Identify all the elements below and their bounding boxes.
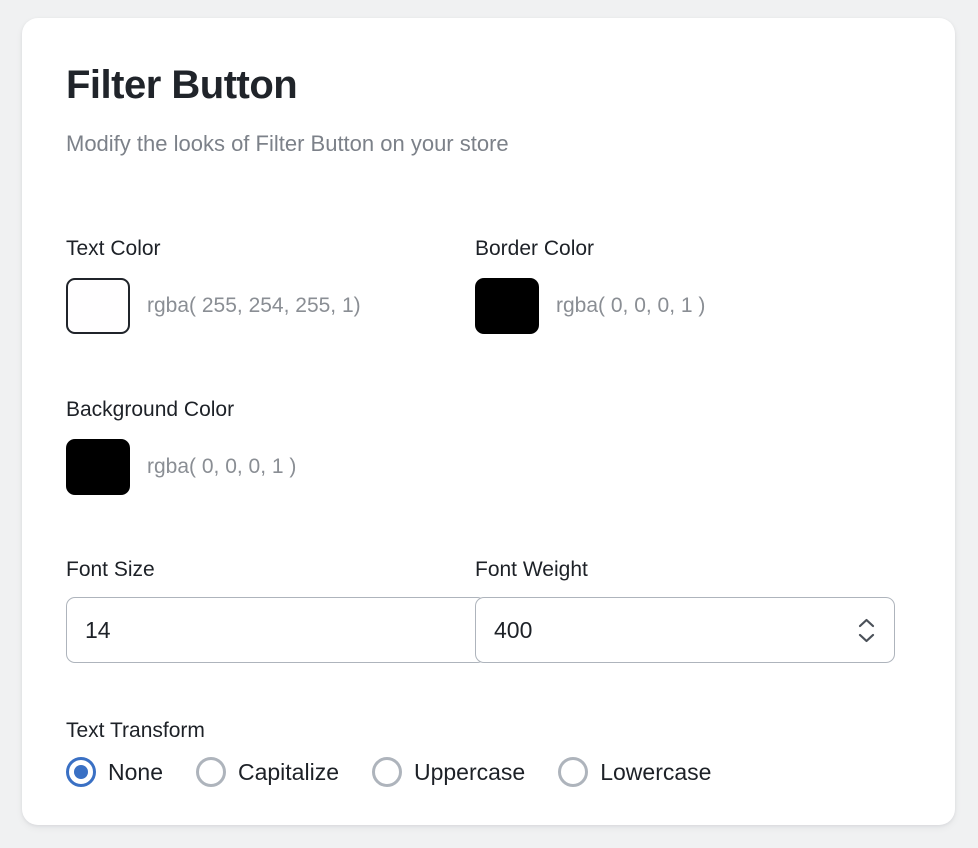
background-color-swatch[interactable] [66,439,130,495]
text-transform-radio-group: None Capitalize Uppercase Lowercase [66,757,911,787]
page-title: Filter Button [66,62,911,108]
radio-option-none[interactable]: None [66,757,163,787]
background-color-value: rgba( 0, 0, 0, 1 ) [147,454,296,479]
radio-option-label: Capitalize [238,761,339,784]
border-color-swatch[interactable] [475,278,539,334]
text-color-value: rgba( 255, 254, 255, 1) [147,293,361,318]
font-weight-value: 400 [494,619,532,642]
radio-button-icon[interactable] [66,757,96,787]
background-color-field: Background Color rgba( 0, 0, 0, 1 ) [66,397,911,495]
text-transform-field: Text Transform None Capitalize Uppercase Lo… [66,718,911,825]
text-color-label: Text Color [66,236,475,261]
font-settings-row: Font Size 14 Font Weight 400 [66,557,911,663]
radio-button-icon[interactable] [372,757,402,787]
font-weight-label: Font Weight [475,557,911,582]
font-weight-input[interactable]: 400 [475,597,895,663]
font-size-field: Font Size 14 [66,557,475,663]
page-subtitle: Modify the looks of Filter Button on you… [66,130,911,158]
radio-button-icon[interactable] [196,757,226,787]
background-color-row: rgba( 0, 0, 0, 1 ) [66,439,911,495]
radio-option-lowercase[interactable]: Lowercase [558,757,711,787]
radio-option-label: Lowercase [600,761,711,784]
text-color-row: rgba( 255, 254, 255, 1) [66,278,475,334]
font-size-value: 14 [85,619,111,642]
radio-option-capitalize[interactable]: Capitalize [196,757,339,787]
radio-button-icon[interactable] [558,757,588,787]
color-row-one: Text Color rgba( 255, 254, 255, 1) Borde… [66,236,911,334]
border-color-row: rgba( 0, 0, 0, 1 ) [475,278,911,334]
border-color-label: Border Color [475,236,911,261]
radio-option-label: None [108,761,163,784]
text-transform-label: Text Transform [66,718,911,743]
font-size-label: Font Size [66,557,475,582]
border-color-value: rgba( 0, 0, 0, 1 ) [556,293,705,318]
radio-option-label: Uppercase [414,761,525,784]
radio-option-uppercase[interactable]: Uppercase [372,757,525,787]
filter-button-settings-card: Filter Button Modify the looks of Filter… [22,18,955,825]
chevron-up-down-icon[interactable] [856,613,876,647]
border-color-field: Border Color rgba( 0, 0, 0, 1 ) [475,236,911,334]
background-color-label: Background Color [66,397,911,422]
text-color-field: Text Color rgba( 255, 254, 255, 1) [66,236,475,334]
text-color-swatch[interactable] [66,278,130,334]
font-weight-field: Font Weight 400 [475,557,911,663]
font-size-input[interactable]: 14 [66,597,486,663]
